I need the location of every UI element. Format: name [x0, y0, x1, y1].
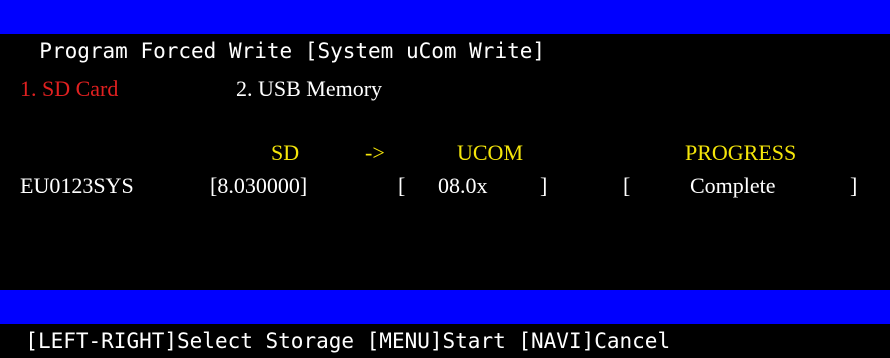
column-header-ucom: UCOM	[457, 140, 524, 165]
column-header-progress: PROGRESS	[685, 140, 797, 165]
storage-option-usb-memory[interactable]: 2. USB Memory	[236, 76, 382, 102]
footer-help-text: [LEFT-RIGHT]Select Storage [MENU]Start […	[25, 329, 671, 353]
title-bar: Program Forced Write [System uCom Write]	[0, 0, 890, 63]
column-header-sd: SD	[271, 140, 300, 165]
footer-bar: [LEFT-RIGHT]Select Storage [MENU]Start […	[0, 290, 890, 353]
progress-bracket-open: [	[623, 173, 631, 198]
page-title: Program Forced Write [System uCom Write]	[39, 39, 546, 63]
ucom-version-value: 08.0x	[438, 173, 488, 198]
ucom-bracket-close: ]	[540, 173, 548, 198]
progress-status: Complete	[690, 173, 776, 198]
arrow-indicator: ->	[365, 140, 385, 165]
ucom-bracket-open: [	[398, 173, 406, 198]
progress-bracket-close: ]	[850, 173, 858, 198]
storage-option-sd-card[interactable]: 1. SD Card	[20, 76, 118, 102]
sd-version-value: [8.030000]	[210, 173, 308, 198]
program-name: EU0123SYS	[20, 173, 134, 198]
